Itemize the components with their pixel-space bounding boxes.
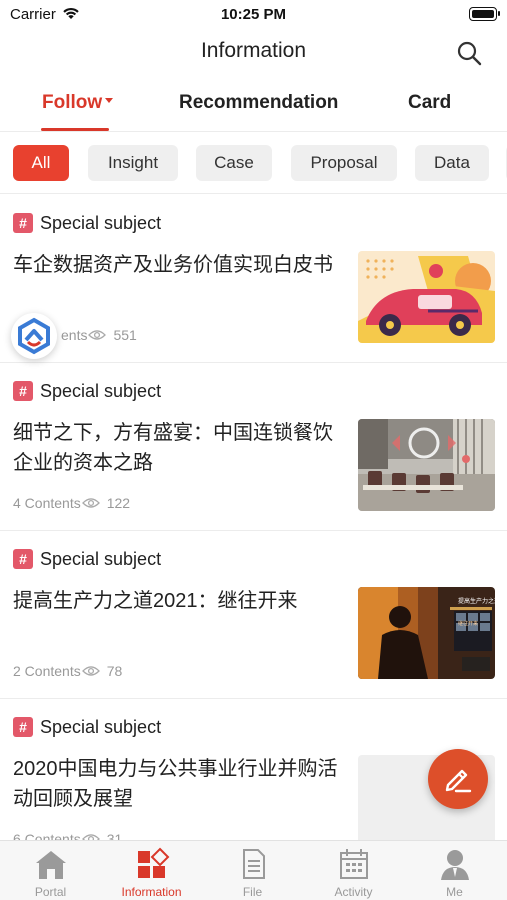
tabbar-label: Portal xyxy=(34,885,67,899)
content-count: 6 Contents xyxy=(13,831,81,840)
active-tab-indicator xyxy=(41,128,109,131)
battery-icon xyxy=(469,7,500,21)
page-title: Information xyxy=(200,39,307,62)
floating-app-logo[interactable] xyxy=(11,313,57,359)
tab-recommendation[interactable]: Recommendation xyxy=(179,92,338,114)
thumbnail-restaurant-photo[interactable] xyxy=(358,419,495,511)
thumb-text-2: 继往开来 xyxy=(458,620,478,627)
feed-list: # Special subject 车企数据资产及业务价值实现白皮书 ents … xyxy=(0,195,507,840)
card-title[interactable]: 车企数据资产及业务价值实现白皮书 xyxy=(13,250,343,280)
content-count: 4 Contents xyxy=(13,495,81,511)
eye-icon xyxy=(81,666,100,676)
card-title[interactable]: 细节之下，方有盛宴：中国连锁餐饮企业的资本之路 xyxy=(13,418,343,478)
tag-label: Special subject xyxy=(40,716,162,737)
card-title[interactable]: 2020中国电力与公共事业行业并购活动回顾及展望 xyxy=(13,754,343,814)
filter-proposal[interactable]: Proposal xyxy=(291,145,397,181)
tab-follow[interactable]: Follow xyxy=(42,92,114,114)
hexagon-logo-icon xyxy=(18,317,50,355)
filter-insight[interactable]: Insight xyxy=(88,145,178,181)
view-count: 551 xyxy=(113,327,137,343)
filter-data[interactable]: Data xyxy=(415,145,489,181)
person-icon xyxy=(441,850,469,880)
tabbar-label: Information xyxy=(121,885,182,899)
app-screen: Carrier 10:25 PM Information Follow Reco… xyxy=(0,0,507,900)
eye-icon xyxy=(81,834,100,840)
thumbnail-productivity-photo[interactable]: 提高生产力之道 2021 继往开来 xyxy=(358,587,495,679)
subject-tag: # Special subject xyxy=(13,716,161,738)
eye-icon xyxy=(88,330,107,340)
eye-icon xyxy=(81,498,100,508)
tabbar-label: Activity xyxy=(334,885,373,899)
thumbnail-car-illustration[interactable] xyxy=(358,251,495,343)
view-count: 31 xyxy=(106,831,123,840)
filter-chips: All Insight Case Proposal Data xyxy=(0,132,507,194)
filter-case[interactable]: Case xyxy=(196,145,272,181)
tabbar-item-file[interactable]: File xyxy=(202,841,303,900)
document-icon xyxy=(243,849,265,879)
feed-card[interactable]: # Special subject 车企数据资产及业务价值实现白皮书 ents … xyxy=(0,195,507,363)
tab-follow-label: Follow xyxy=(42,92,103,113)
nav-bar: Information xyxy=(0,30,507,76)
content-tabs: Follow Recommendation Card xyxy=(0,84,507,132)
tabbar-item-me[interactable]: Me xyxy=(404,841,505,900)
card-meta: 2 Contents 78 xyxy=(13,663,122,679)
blocks-icon xyxy=(138,847,170,878)
hashtag-icon: # xyxy=(13,717,33,737)
compose-button[interactable] xyxy=(428,749,488,809)
thumb-text-1: 提高生产力之道 2021 xyxy=(458,597,495,605)
house-icon xyxy=(36,851,66,879)
feed-card[interactable]: # Special subject 提高生产力之道2021：继往开来 2 Con… xyxy=(0,531,507,699)
status-bar: Carrier 10:25 PM xyxy=(0,0,507,30)
caret-down-icon xyxy=(105,98,114,104)
tab-card[interactable]: Card xyxy=(408,92,451,114)
view-count: 78 xyxy=(106,663,123,679)
tabbar-label: File xyxy=(242,885,263,899)
tag-label: Special subject xyxy=(40,380,162,401)
tabbar-item-portal[interactable]: Portal xyxy=(0,841,101,900)
hashtag-icon: # xyxy=(13,213,33,233)
feed-card[interactable]: # Special subject 细节之下，方有盛宴：中国连锁餐饮企业的资本之… xyxy=(0,363,507,531)
clock: 10:25 PM xyxy=(220,6,287,23)
content-count: 2 Contents xyxy=(13,663,81,679)
content-count: ents xyxy=(61,327,88,343)
hashtag-icon: # xyxy=(13,381,33,401)
filter-all[interactable]: All xyxy=(13,145,69,181)
pencil-icon xyxy=(445,769,472,793)
card-meta: 6 Contents 31 xyxy=(13,831,122,840)
tabbar-item-activity[interactable]: Activity xyxy=(303,841,404,900)
hashtag-icon: # xyxy=(13,549,33,569)
search-icon[interactable] xyxy=(455,39,483,67)
tag-label: Special subject xyxy=(40,212,162,233)
subject-tag: # Special subject xyxy=(13,212,161,234)
calendar-icon xyxy=(340,849,368,879)
tabbar-item-information[interactable]: Information xyxy=(101,841,202,900)
tag-label: Special subject xyxy=(40,548,162,569)
card-title[interactable]: 提高生产力之道2021：继往开来 xyxy=(13,586,343,616)
tabbar-label: Me xyxy=(446,885,463,899)
subject-tag: # Special subject xyxy=(13,380,161,402)
bottom-tab-bar: Portal Information File Activity Me xyxy=(0,840,507,900)
view-count: 122 xyxy=(106,495,131,511)
card-meta: 4 Contents 122 xyxy=(13,495,130,511)
subject-tag: # Special subject xyxy=(13,548,161,570)
